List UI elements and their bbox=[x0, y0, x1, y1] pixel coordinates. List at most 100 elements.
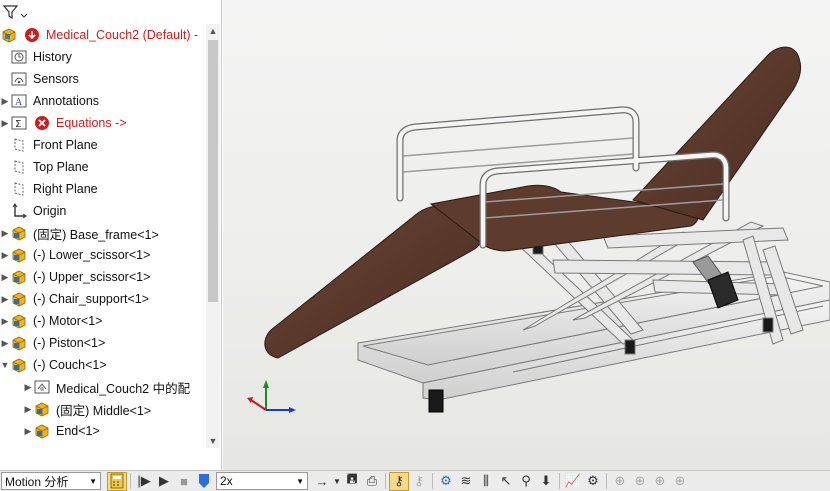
rebuild-error-icon bbox=[23, 26, 41, 44]
collapse-button[interactable]: ⊕ bbox=[610, 472, 630, 491]
tree-item-right-plane[interactable]: Right Plane bbox=[0, 178, 206, 200]
calculate-button[interactable] bbox=[107, 471, 127, 491]
force-button[interactable]: ↖ bbox=[496, 472, 516, 491]
tree-item-label: Sensors bbox=[33, 72, 79, 86]
tree-item-label: (固定) Base_frame<1> bbox=[33, 227, 159, 242]
play-from-start-icon: |▶ bbox=[137, 473, 151, 488]
scroll-thumb[interactable] bbox=[208, 40, 218, 302]
play-button[interactable]: ▶ bbox=[154, 472, 174, 491]
gravity-button[interactable]: ⬇ bbox=[536, 472, 556, 491]
tree-item-lower-scissor-1[interactable]: ▶ (-) Lower_scissor<1> bbox=[0, 244, 206, 266]
chevron-down-icon: ▼ bbox=[89, 476, 97, 486]
filter-selected-button[interactable]: ⊕ bbox=[670, 472, 690, 491]
tree-filter[interactable] bbox=[2, 2, 28, 22]
tree-item-couch-1[interactable]: ▼ (-) Couch<1> bbox=[0, 354, 206, 376]
chevron-right-icon[interactable]: ▶ bbox=[0, 294, 10, 305]
filter-icon[interactable] bbox=[2, 3, 28, 21]
play-icon: ▶ bbox=[159, 473, 169, 488]
scroll-up-arrow-icon[interactable]: ▲ bbox=[206, 24, 220, 38]
tree-item-label: History bbox=[33, 50, 72, 64]
tree-item-equations[interactable]: ▶ Σ Equations -> bbox=[0, 112, 206, 134]
chevron-right-icon[interactable]: ▶ bbox=[23, 382, 33, 393]
tree-item-label: Annotations bbox=[33, 94, 100, 108]
contact-icon: ⚲ bbox=[521, 473, 531, 488]
tree-scrollbar[interactable]: ▲ ▼ bbox=[206, 24, 220, 448]
play-from-start-button[interactable]: |▶ bbox=[134, 472, 154, 491]
chevron-right-icon[interactable]: ▶ bbox=[0, 316, 10, 327]
chevron-right-icon[interactable]: ▶ bbox=[0, 96, 10, 107]
timeline-marker[interactable] bbox=[194, 472, 214, 491]
animation-wizard-button[interactable]: ⎙ bbox=[362, 472, 382, 491]
tree-item-annotations[interactable]: ▶ A Annotations bbox=[0, 90, 206, 112]
origin-icon bbox=[10, 202, 28, 220]
part-icon bbox=[10, 268, 28, 286]
tree-item-motor-1[interactable]: ▶ (-) Motor<1> bbox=[0, 310, 206, 332]
part-icon bbox=[10, 334, 28, 352]
spring-button[interactable]: ≋ bbox=[456, 472, 476, 491]
tree-item-origin[interactable]: Origin bbox=[0, 200, 206, 222]
contact-button[interactable]: ⚲ bbox=[516, 472, 536, 491]
filter-animated-button[interactable]: ⊕ bbox=[630, 472, 650, 491]
medical-couch-model[interactable] bbox=[223, 0, 830, 470]
tree-item-medical-couch2[interactable]: ▶ Medical_Couch2 中的配 bbox=[23, 376, 221, 398]
chevron-right-icon[interactable]: ▶ bbox=[0, 272, 10, 283]
stop-icon: ■ bbox=[180, 473, 188, 489]
chevron-down-icon: ▼ bbox=[296, 476, 304, 486]
tree-item-front-plane[interactable]: Front Plane bbox=[0, 134, 206, 156]
stop-button[interactable]: ■ bbox=[174, 472, 194, 491]
filter-driving-button[interactable]: ⊕ bbox=[650, 472, 670, 491]
playback-mode-dropdown[interactable]: ▼ bbox=[332, 472, 342, 491]
tree-item-base-frame-1[interactable]: ▶ (固定) Base_frame<1> bbox=[0, 222, 206, 244]
scroll-down-arrow-icon[interactable]: ▼ bbox=[206, 434, 220, 448]
tree-item-label: Medical_Couch2 中的配 bbox=[56, 381, 191, 396]
assembly-icon bbox=[0, 26, 18, 44]
results-plots-button[interactable]: 📈 bbox=[563, 472, 583, 491]
tree-item-label: Front Plane bbox=[33, 138, 98, 152]
part-icon bbox=[33, 422, 51, 440]
tree-item-label: (-) Motor<1> bbox=[33, 314, 103, 328]
tree-item-label: (-) Chair_support<1> bbox=[33, 292, 150, 306]
damper-button[interactable]: ⫼ bbox=[476, 472, 496, 491]
chevron-right-icon[interactable]: ▶ bbox=[0, 118, 10, 129]
svg-text:A: A bbox=[15, 97, 23, 108]
chevron-right-icon[interactable]: ▶ bbox=[0, 338, 10, 349]
tree-item-history[interactable]: History bbox=[0, 46, 206, 68]
graphics-viewport[interactable] bbox=[223, 0, 830, 470]
tree-item-label: (-) Couch<1> bbox=[33, 358, 107, 372]
chevron-down-icon[interactable]: ▼ bbox=[0, 360, 10, 370]
save-animation-button[interactable]: 🖪 bbox=[342, 471, 362, 491]
chevron-right-icon[interactable]: ▶ bbox=[0, 250, 10, 261]
save-animation-icon: 🖪 bbox=[346, 471, 358, 486]
tree-item-upper-scissor-1[interactable]: ▶ (-) Upper_scissor<1> bbox=[0, 266, 206, 288]
motor-button[interactable]: ⚙ bbox=[436, 472, 456, 491]
chevron-right-icon[interactable]: ▶ bbox=[0, 228, 10, 239]
collapse-icon: ⊕ bbox=[614, 473, 626, 488]
tree-item-chair-support-1[interactable]: ▶ (-) Chair_support<1> bbox=[0, 288, 206, 310]
tree-item-sensors[interactable]: Sensors bbox=[0, 68, 206, 90]
playback-speed-select[interactable]: 2x ▼ bbox=[216, 472, 308, 490]
tree-item-top-plane[interactable]: Top Plane bbox=[0, 156, 206, 178]
tree-item-piston-1[interactable]: ▶ (-) Piston<1> bbox=[0, 332, 206, 354]
plot-icon: 📈 bbox=[564, 473, 582, 488]
feature-manager-tree: Medical_Couch2 (Default) - History Sensor… bbox=[0, 0, 222, 470]
playback-mode-button[interactable]: → bbox=[312, 472, 332, 491]
part-icon bbox=[10, 246, 28, 264]
tree-item-end-1[interactable]: ▶ End<1> bbox=[23, 420, 221, 442]
chevron-right-icon[interactable]: ▶ bbox=[23, 404, 33, 415]
tree-item-middle-1[interactable]: ▶ (固定) Middle<1> bbox=[23, 398, 221, 420]
study-type-value: Motion 分析 bbox=[5, 474, 69, 489]
filter-animated-icon: ⊕ bbox=[634, 473, 646, 488]
gear-icon: ⚙ bbox=[587, 473, 599, 488]
chevron-right-icon[interactable]: ▶ bbox=[23, 426, 33, 437]
error-x-icon bbox=[33, 114, 51, 132]
add-key-button[interactable]: ⚷ bbox=[409, 472, 429, 491]
study-properties-button[interactable]: ⚙ bbox=[583, 472, 603, 491]
tree-root-assembly[interactable]: Medical_Couch2 (Default) - bbox=[0, 24, 206, 46]
part-icon bbox=[10, 290, 28, 308]
playback-speed-value: 2x bbox=[220, 474, 233, 488]
autokey-button[interactable]: ⚷ bbox=[389, 471, 409, 491]
key-icon: ⚷ bbox=[394, 473, 404, 488]
sensors-icon bbox=[10, 70, 28, 88]
tree-item-label: (-) Piston<1> bbox=[33, 336, 106, 350]
study-type-select[interactable]: Motion 分析 ▼ bbox=[1, 472, 101, 490]
